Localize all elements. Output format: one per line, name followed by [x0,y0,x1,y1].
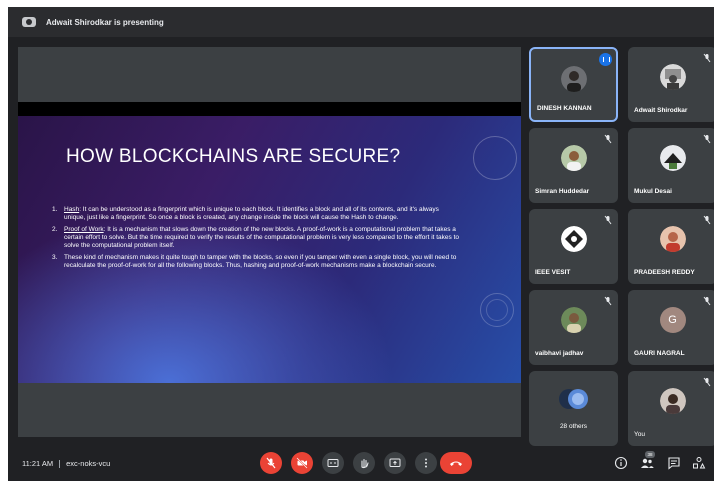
more-options-button[interactable] [415,452,437,474]
bullet-number: 3. [52,254,58,261]
avatar: G [659,307,686,333]
bullet-text: These kind of mechanism makes it quite t… [64,254,457,269]
participant-name: vaibhavi jadhav [535,350,584,357]
speaking-indicator-icon [599,53,612,66]
slide-title: HOW BLOCKCHAINS ARE SECURE? [66,146,401,167]
bullet-text: : It is a mechanism that slows down the … [64,226,460,249]
avatar [659,64,686,90]
avatar [560,145,587,171]
leave-call-button[interactable] [440,452,472,474]
meeting-code: exc-noks-vcu [66,459,111,468]
participant-tile-self[interactable]: You [628,371,714,446]
participant-tile[interactable]: Simran Huddedar [529,128,618,203]
clock: 11:21 AM [22,459,54,468]
slide-decoration-circle [486,299,508,321]
slide-bullet-list: 1. Hash: It can be understood as a finge… [52,206,460,274]
mic-off-icon [703,377,711,387]
participant-tile[interactable]: G GAURI NAGRAL [628,290,714,365]
mic-off-icon [703,134,711,144]
present-now-button[interactable] [384,452,406,474]
avatar [659,226,686,252]
raise-hand-button[interactable] [353,452,375,474]
participant-tile[interactable]: IEEE VESIT [529,209,618,284]
activities-icon[interactable] [692,456,706,470]
slide-decoration-circle [473,136,517,180]
participant-tile[interactable]: DINESH KANNAN [529,47,618,122]
slide-bullet: 2. Proof of Work: It is a mechanism that… [52,226,460,250]
bullet-term: Hash [64,206,80,213]
bullet-number: 2. [52,226,58,233]
toggle-camera-button[interactable] [291,452,313,474]
participant-name: DINESH KANNAN [537,105,592,112]
participant-name: Adwait Shirodkar [634,107,688,114]
toggle-mic-button[interactable] [260,452,282,474]
mic-off-icon [604,215,612,225]
call-controls-bar: 11:21 AM exc-noks-vcu 38 [8,448,714,481]
captions-button[interactable] [322,452,344,474]
raise-hand-icon [361,458,369,469]
meet-window: Adwait Shirodkar is presenting HOW BLOCK… [8,7,714,481]
avatar [560,307,587,333]
captions-icon [327,459,339,467]
mic-off-icon [604,296,612,306]
group-avatar [559,387,589,413]
participant-name: IEEE VESIT [535,269,571,276]
info-icon[interactable] [614,456,628,470]
avatar [560,66,587,92]
camera-off-icon [296,457,308,469]
participant-name: GAURI NAGRAL [634,350,685,357]
avatar [560,226,587,252]
participant-name: 28 others [559,423,588,430]
chat-icon[interactable] [667,456,681,470]
presentation-slide: HOW BLOCKCHAINS ARE SECURE? 1. Hash: It … [18,116,521,383]
mic-off-icon [703,215,711,225]
participant-name: Simran Huddedar [535,188,590,195]
avatar [659,145,686,171]
bullet-term: Proof of Work [64,226,104,233]
people-icon[interactable] [640,456,654,470]
participant-name: You [634,431,645,438]
slide-bullet: 3. These kind of mechanism makes it quit… [52,254,460,270]
meeting-info: 11:21 AM exc-noks-vcu [22,459,111,469]
mic-off-icon [266,457,276,469]
presentation-stage: HOW BLOCKCHAINS ARE SECURE? 1. Hash: It … [18,47,521,437]
leave-call-icon [450,461,462,466]
bullet-number: 1. [52,206,58,213]
present-screen-icon [389,458,401,467]
participant-tile[interactable]: Mukul Desai [628,128,714,203]
mic-off-icon [604,134,612,144]
participant-tile-others[interactable]: 28 others [529,371,618,446]
participant-tile[interactable]: PRADEESH REDDY [628,209,714,284]
avatar [659,388,686,414]
bullet-text: : It can be understood as a fingerprint … [64,206,439,221]
presenting-label: Adwait Shirodkar is presenting [46,17,164,27]
letterbox-bar [18,102,521,116]
participant-name: Mukul Desai [634,188,672,195]
presenting-bar: Adwait Shirodkar is presenting [8,7,714,37]
participant-tile[interactable]: Adwait Shirodkar [628,47,714,122]
people-count-badge: 38 [645,451,655,458]
participant-name: PRADEESH REDDY [634,269,695,276]
mic-off-icon [703,296,711,306]
present-icon [22,17,36,27]
slide-bullet: 1. Hash: It can be understood as a finge… [52,206,460,222]
more-options-icon [425,458,427,468]
mic-off-icon [703,53,711,63]
participant-tile[interactable]: vaibhavi jadhav [529,290,618,365]
